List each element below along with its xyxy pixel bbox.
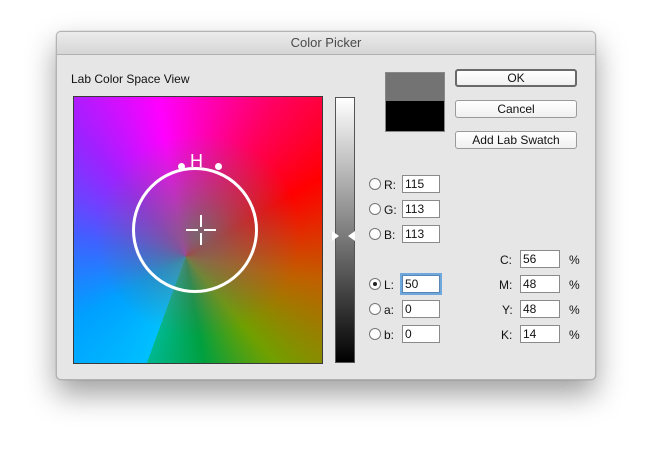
y-input[interactable]: 48	[520, 300, 560, 318]
y-unit: %	[569, 303, 580, 317]
g-input[interactable]: 113	[402, 200, 440, 218]
b-radio[interactable]	[369, 228, 381, 240]
k-unit: %	[569, 328, 580, 342]
color-swatch	[385, 72, 445, 132]
l-label: L:	[384, 278, 395, 292]
hue-ring-start-handle[interactable]	[178, 163, 185, 170]
lightness-slider[interactable]	[335, 97, 355, 363]
lab-b-radio[interactable]	[369, 328, 381, 340]
l-input[interactable]: 50	[402, 275, 440, 293]
l-radio[interactable]	[369, 278, 381, 290]
lab-color-field[interactable]: H	[73, 96, 323, 364]
g-radio[interactable]	[369, 203, 381, 215]
hue-ring-end-handle[interactable]	[215, 163, 222, 170]
g-label: G:	[384, 203, 397, 217]
crosshair-icon[interactable]	[186, 215, 216, 245]
c-unit: %	[569, 253, 580, 267]
b-input[interactable]: 113	[402, 225, 440, 243]
y-label: Y:	[502, 303, 513, 317]
window-title: Color Picker	[57, 32, 595, 55]
add-lab-swatch-button[interactable]: Add Lab Swatch	[455, 131, 577, 149]
m-unit: %	[569, 278, 580, 292]
color-picker-window: Color Picker Lab Color Space View H OK C…	[56, 31, 596, 380]
r-label: R:	[384, 178, 396, 192]
new-color-swatch	[386, 73, 444, 101]
hue-mark-label: H	[190, 151, 203, 171]
k-input[interactable]: 14	[520, 325, 560, 343]
m-input[interactable]: 48	[520, 275, 560, 293]
ok-button[interactable]: OK	[455, 69, 577, 87]
lab-view-title: Lab Color Space View	[71, 72, 190, 86]
lab-b-label: b:	[384, 328, 395, 342]
a-radio[interactable]	[369, 303, 381, 315]
c-input[interactable]: 56	[520, 250, 560, 268]
slider-arrow-right-icon[interactable]	[348, 231, 355, 241]
r-radio[interactable]	[369, 178, 381, 190]
a-label: a:	[384, 303, 395, 317]
r-input[interactable]: 115	[402, 175, 440, 193]
b-label: B:	[384, 228, 396, 242]
slider-arrow-left-icon[interactable]	[332, 231, 339, 241]
k-label: K:	[501, 328, 513, 342]
old-color-swatch[interactable]	[386, 101, 444, 131]
lab-b-input[interactable]: 0	[402, 325, 440, 343]
c-label: C:	[500, 253, 512, 267]
m-label: M:	[499, 278, 513, 292]
a-input[interactable]: 0	[402, 300, 440, 318]
cancel-button[interactable]: Cancel	[455, 100, 577, 118]
